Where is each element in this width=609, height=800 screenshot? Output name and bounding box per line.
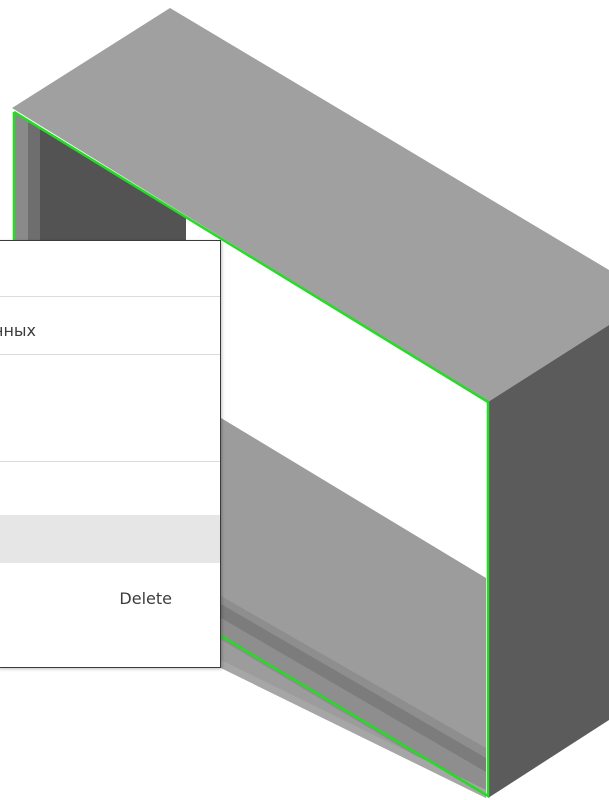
- menu-item-2-label: нных: [0, 321, 37, 340]
- menu-item-2[interactable]: нных: [0, 297, 220, 354]
- context-menu: нных Delete: [0, 240, 221, 668]
- menu-item-delete[interactable]: Delete: [0, 563, 220, 623]
- box-inner-left-strip-2: [28, 121, 40, 242]
- 3d-viewport[interactable]: нных Delete: [0, 0, 609, 800]
- menu-item-4[interactable]: [0, 462, 220, 514]
- menu-item-3[interactable]: [0, 355, 220, 461]
- delete-shortcut-label: Delete: [119, 589, 172, 608]
- menu-item-5-highlighted[interactable]: [0, 515, 220, 563]
- box-right-face[interactable]: [488, 325, 609, 798]
- menu-item-1[interactable]: [0, 241, 220, 296]
- menu-item-7[interactable]: [0, 623, 220, 667]
